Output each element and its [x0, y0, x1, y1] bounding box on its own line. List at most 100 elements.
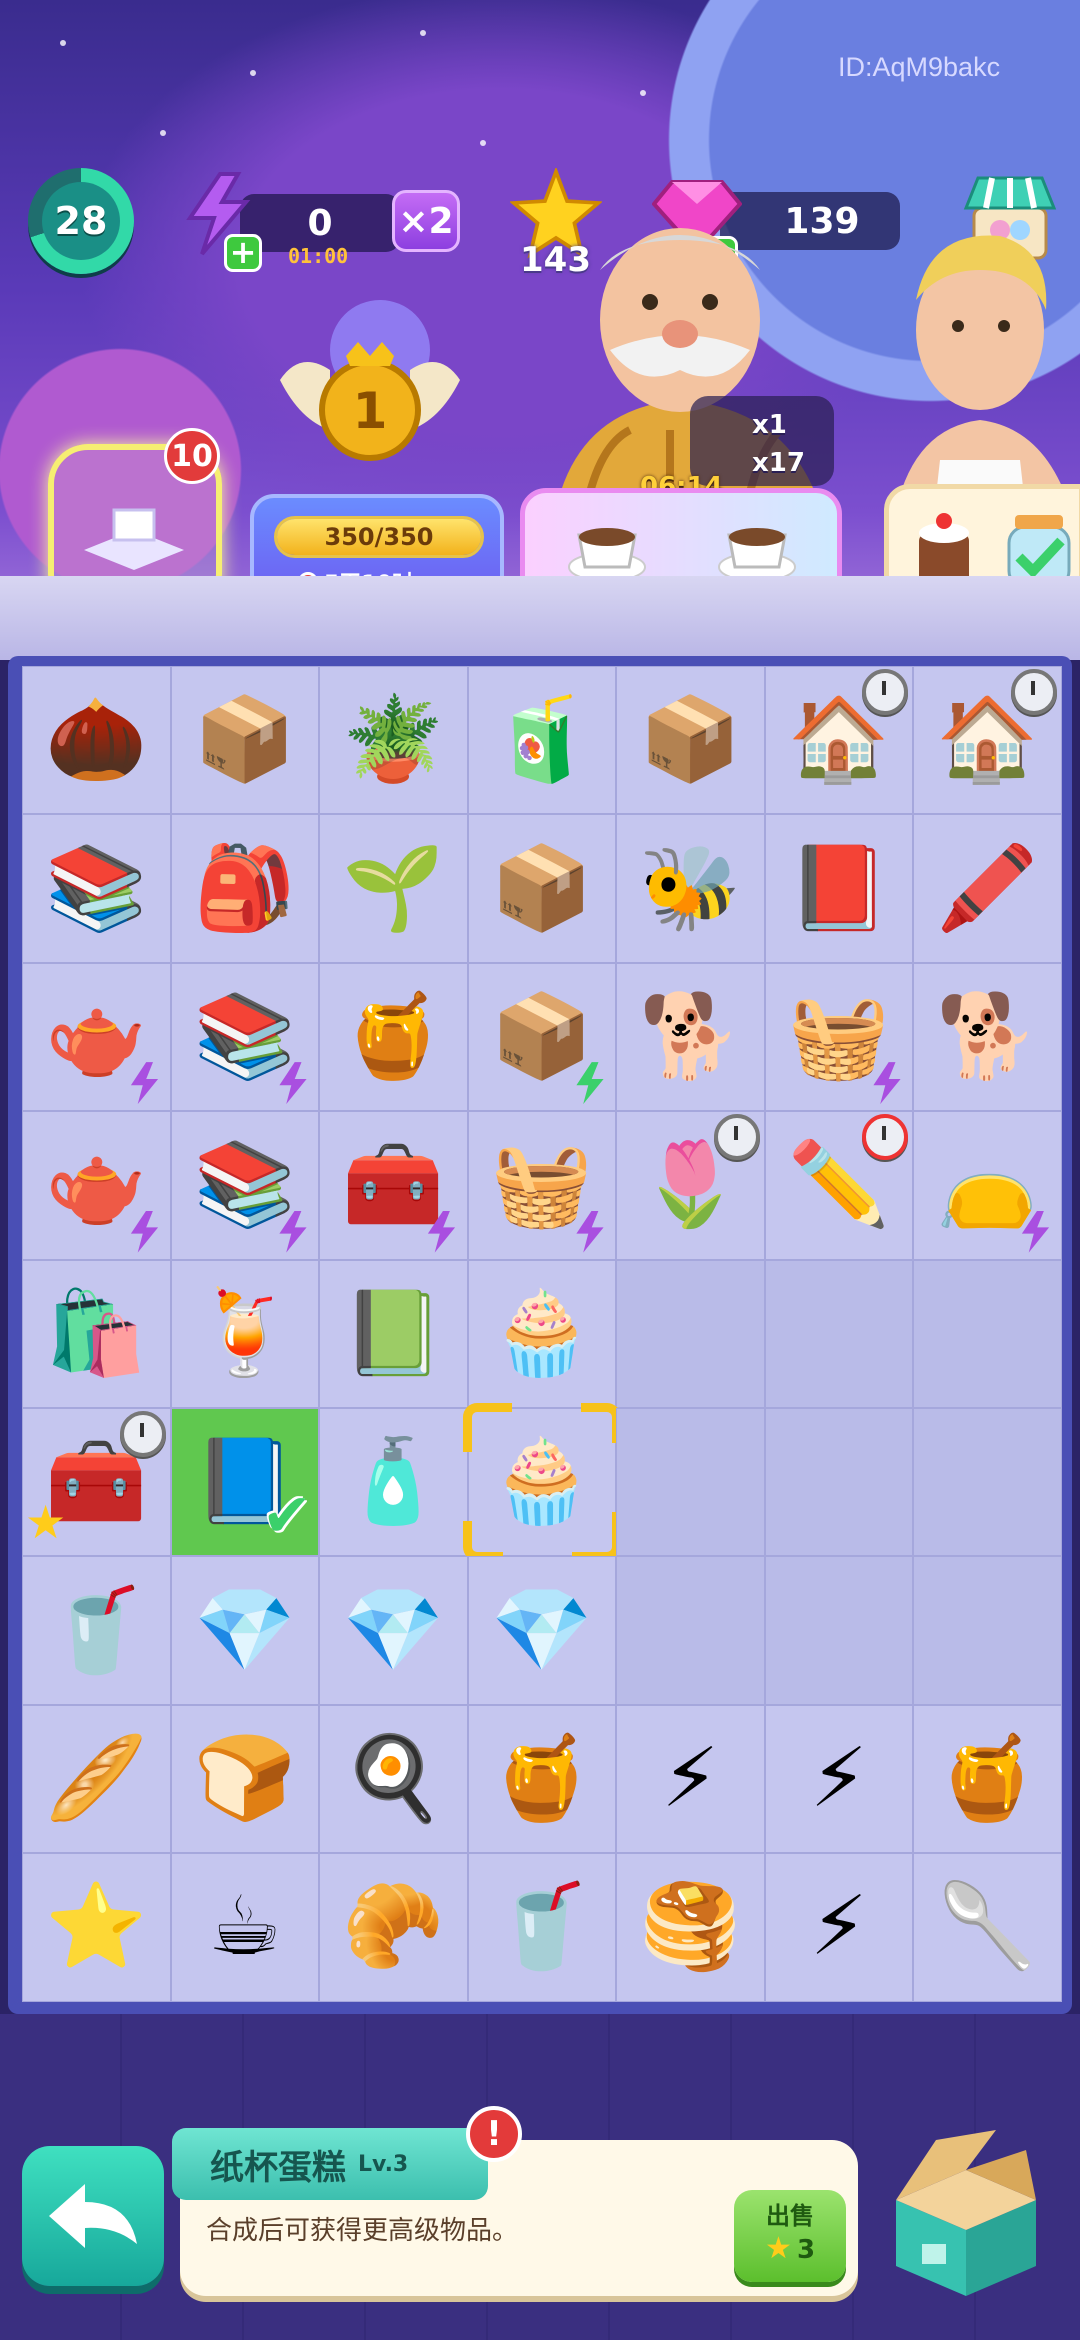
picture-books-icon: 📗 — [342, 1285, 445, 1381]
green-machine-icon: 🧰 — [342, 1137, 445, 1233]
sky-star — [480, 140, 486, 146]
board-cell[interactable]: 🧃 — [467, 666, 616, 815]
board-cell[interactable]: 📗 — [319, 1259, 468, 1408]
bread-loaf-icon: 🥐 — [342, 1879, 445, 1975]
board-cell[interactable]: 🌱 — [319, 814, 468, 963]
player-id: ID:AqM9bakc — [838, 52, 1001, 82]
level-badge[interactable]: 28 — [28, 168, 134, 274]
selection-corner — [462, 1521, 503, 1562]
board-cell[interactable]: 🎒 — [170, 814, 319, 963]
board-cell[interactable]: 📘 ✔ — [170, 1407, 319, 1557]
board-cell-empty[interactable] — [616, 1407, 765, 1557]
board-cell[interactable]: ⭐ — [22, 1853, 171, 2002]
board-cell[interactable]: 👝 — [913, 1111, 1062, 1260]
board-cell-empty[interactable] — [913, 1407, 1062, 1557]
board-cell[interactable]: 🪴 — [319, 666, 468, 815]
board-cell[interactable]: 🥤 — [22, 1556, 171, 1705]
board-cell[interactable]: 📦 — [616, 666, 765, 815]
storage-box-icon[interactable] — [876, 2120, 1056, 2300]
board-cell[interactable]: ⚡ — [764, 1704, 913, 1854]
green-cupcake-icon: 🧁 — [490, 1285, 593, 1381]
board-cell-empty[interactable] — [913, 1259, 1062, 1408]
board-cell[interactable]: 💎 — [319, 1556, 468, 1705]
sugar-cube-icon — [84, 508, 184, 570]
crayons-icon: 🖍️ — [936, 840, 1039, 936]
board-cell[interactable]: 🌰 — [22, 666, 171, 815]
coffee-mug-icon: ☕ — [207, 1879, 282, 1975]
board-cell[interactable]: 🫖 — [22, 1111, 171, 1260]
board-cell[interactable]: ✏️ — [764, 1111, 913, 1260]
board-cell[interactable]: 🧁 — [462, 1402, 621, 1562]
honeycomb-icon: 🍯 — [342, 988, 445, 1084]
blue-basket-icon: 🧺 — [787, 988, 890, 1084]
tea-set-tray-icon: 🫖 — [45, 988, 148, 1084]
energy-multiplier-button[interactable]: ×2 — [392, 190, 460, 252]
board-cell-empty[interactable] — [616, 1259, 765, 1408]
sprout-icon: 🌱 — [342, 840, 445, 936]
board-cell[interactable]: 🥖 — [22, 1704, 171, 1854]
board-cell-empty[interactable] — [616, 1556, 765, 1705]
blue-drink-icon: 🍹 — [193, 1285, 296, 1381]
energy-timer: 01:00 — [288, 244, 349, 268]
add-energy-button[interactable]: + — [224, 234, 262, 272]
board-cell[interactable]: 🧰 ★ — [22, 1407, 171, 1557]
board-cell[interactable]: 🥤 — [467, 1853, 616, 2002]
board-cell-empty[interactable] — [764, 1407, 913, 1557]
board-cell[interactable]: 💎 — [467, 1556, 616, 1705]
back-button[interactable] — [22, 2146, 164, 2286]
board-cell[interactable]: 🧁 — [467, 1259, 616, 1408]
board-cell[interactable]: 🍯 — [319, 962, 468, 1112]
board-cell[interactable]: 🧺 — [764, 962, 913, 1112]
board-cell[interactable]: 🥐 — [319, 1853, 468, 2002]
board-cell[interactable]: 🖍️ — [913, 814, 1062, 963]
board-cell[interactable]: ⚡ — [764, 1853, 913, 2002]
board-cell[interactable]: 🏠 — [913, 666, 1062, 815]
board-cell[interactable]: 📚 — [170, 1111, 319, 1260]
board-cell[interactable]: 🍯 — [913, 1704, 1062, 1854]
board-cell-empty[interactable] — [913, 1556, 1062, 1705]
quest-reward-star-count: x17 — [752, 448, 805, 478]
board-cell[interactable]: 📚 — [22, 814, 171, 963]
rank-trophy-icon[interactable]: 1 — [260, 290, 480, 490]
item-name: 纸杯蛋糕 — [210, 2147, 346, 2188]
item-description: 合成后可获得更高级物品。 — [206, 2216, 519, 2246]
item-info-alert-button[interactable]: ! — [466, 2106, 522, 2162]
board-cell[interactable]: 🐕 — [913, 962, 1062, 1112]
board-cell[interactable]: 🧰 — [319, 1111, 468, 1260]
board-cell[interactable]: 🍳 — [319, 1704, 468, 1854]
bookshelf-cart-2-icon: 📚 — [193, 1137, 296, 1233]
board-cell[interactable]: 🐕 — [616, 962, 765, 1112]
board-cell[interactable]: 🧺 — [467, 1111, 616, 1260]
board-cell[interactable]: 🥄 — [913, 1853, 1062, 2002]
board-cell[interactable]: 🍹 — [170, 1259, 319, 1408]
board-cell[interactable]: 💎 — [170, 1556, 319, 1705]
checkmark-icon: ✔ — [261, 1481, 312, 1552]
board-cell[interactable]: 🛍️ — [22, 1259, 171, 1408]
board-cell[interactable]: 🏠 — [764, 666, 913, 815]
board-cell[interactable]: ⚡ — [616, 1704, 765, 1854]
sell-button[interactable]: 出售 ★ 3 — [734, 2190, 846, 2282]
stopwatch-icon — [1010, 669, 1057, 715]
board-cell[interactable]: 📦 — [467, 962, 616, 1112]
water-glass-icon: 🥤 — [45, 1582, 148, 1678]
board-cell[interactable]: 🥞 — [616, 1853, 765, 2002]
board-cell-empty[interactable] — [764, 1259, 913, 1408]
board-cell[interactable]: 🧴 — [319, 1407, 468, 1557]
stopwatch-icon — [119, 1410, 166, 1457]
board-cell[interactable]: 📦 — [170, 666, 319, 815]
egg-toast-icon: 🍳 — [342, 1730, 445, 1826]
board-cell[interactable]: ☕ — [170, 1853, 319, 2002]
board-cell[interactable]: 🫖 — [22, 962, 171, 1112]
board-cell[interactable]: 📕 — [764, 814, 913, 963]
board-cell[interactable]: 🐝 — [616, 814, 765, 963]
striped-mug-icon: 🥤 — [490, 1879, 593, 1975]
board-cell-empty[interactable] — [764, 1556, 913, 1705]
board-cell[interactable]: 🌷 — [616, 1111, 765, 1260]
board-cell[interactable]: 🍯 — [467, 1704, 616, 1854]
board-cell[interactable]: 🍞 — [170, 1704, 319, 1854]
sky-star — [250, 70, 256, 76]
sell-label: 出售 — [766, 2202, 814, 2230]
board-cell[interactable]: 📦 — [467, 814, 616, 963]
sky-star — [160, 130, 166, 136]
board-cell[interactable]: 📚 — [170, 962, 319, 1112]
